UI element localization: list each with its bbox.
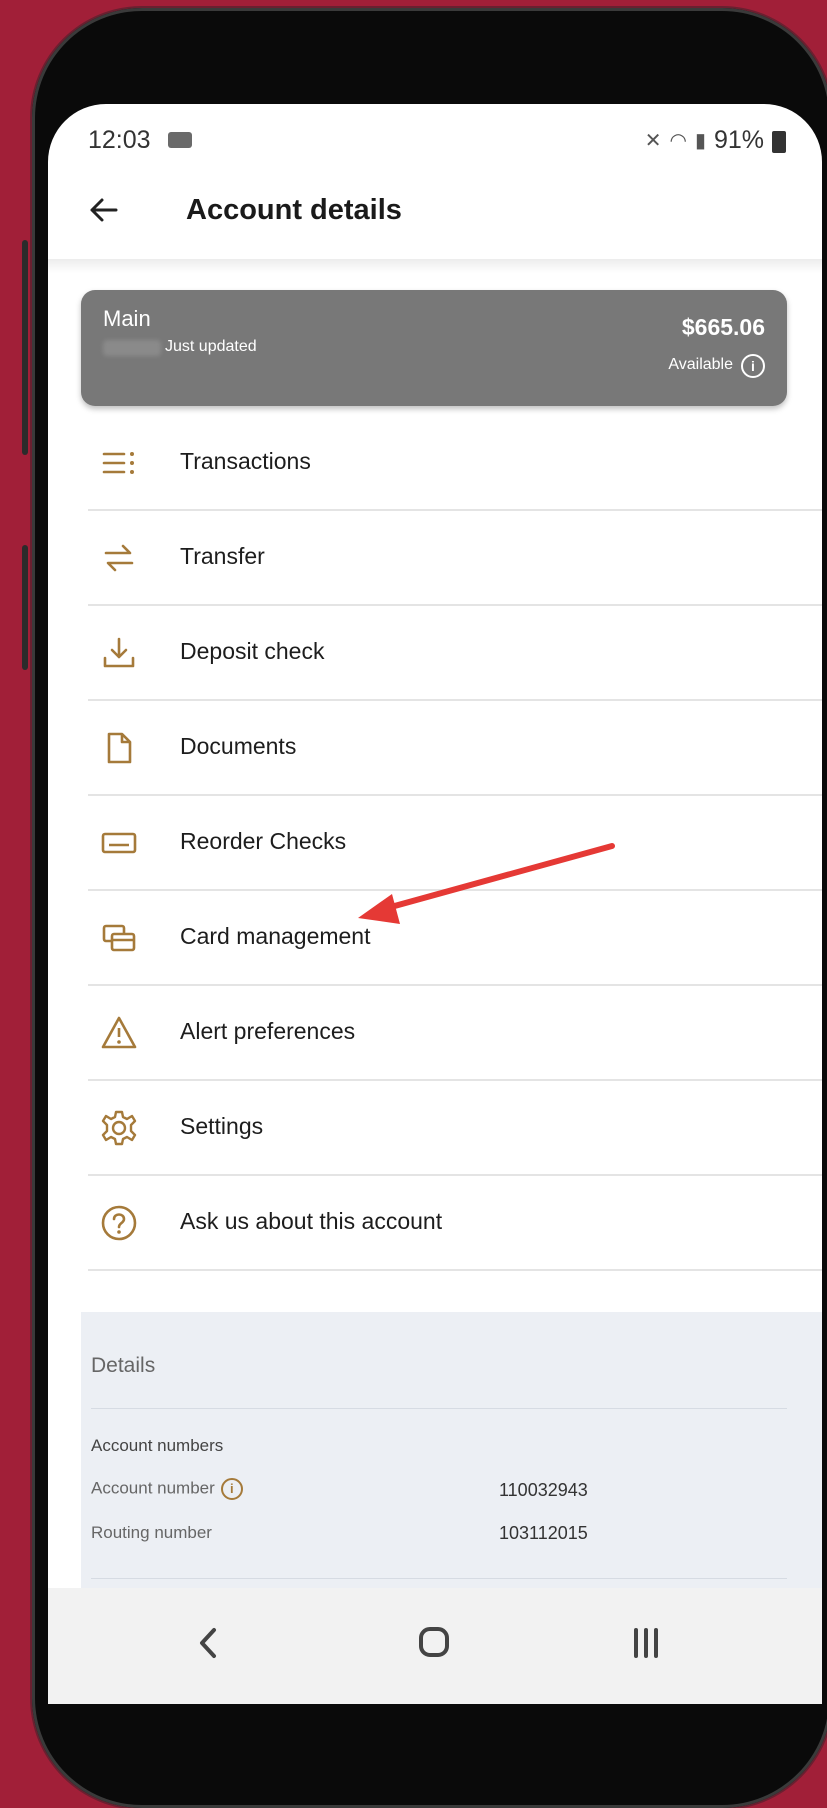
alert-icon bbox=[100, 1014, 138, 1052]
battery-percent: 91% bbox=[713, 126, 764, 154]
menu-item-deposit-check[interactable]: Deposit check bbox=[88, 606, 822, 701]
menu-item-ask-us[interactable]: Ask us about this account bbox=[88, 1176, 822, 1271]
menu-item-label: Settings bbox=[180, 1113, 264, 1139]
menu-item-label: Alert preferences bbox=[180, 1018, 356, 1044]
back-arrow-icon[interactable] bbox=[84, 190, 124, 230]
account-number-value: 110032943 bbox=[499, 1480, 588, 1500]
balance-label: Available bbox=[668, 356, 733, 373]
status-icons: ✕ ◠ ▮ 91% bbox=[645, 126, 786, 155]
details-heading: Details bbox=[91, 1354, 156, 1377]
menu-item-transactions[interactable]: Transactions bbox=[88, 416, 822, 511]
menu-item-label: Reorder Checks bbox=[180, 828, 347, 854]
routing-number-value: 103112015 bbox=[499, 1523, 588, 1543]
battery-icon bbox=[772, 130, 786, 153]
account-number-label-row: Account number i bbox=[91, 1478, 243, 1500]
menu-item-settings[interactable]: Settings bbox=[88, 1081, 822, 1176]
divider bbox=[91, 1578, 787, 1579]
menu-item-alert-preferences[interactable]: Alert preferences bbox=[88, 986, 822, 1081]
divider bbox=[91, 1408, 787, 1409]
menu-item-label: Transfer bbox=[180, 543, 265, 569]
menu-item-label: Ask us about this account bbox=[180, 1208, 443, 1234]
list-icon bbox=[100, 444, 138, 482]
cards-icon bbox=[100, 919, 138, 957]
help-icon bbox=[100, 1204, 138, 1242]
account-number-label: Account number bbox=[91, 1478, 215, 1498]
signal-icon: ▮ bbox=[694, 130, 706, 152]
system-nav-bar bbox=[48, 1588, 822, 1704]
check-icon bbox=[100, 824, 138, 862]
mute-icon: ✕ bbox=[644, 130, 662, 152]
nav-home-icon[interactable] bbox=[404, 1618, 464, 1668]
info-icon[interactable]: i bbox=[741, 354, 765, 378]
nav-recents-icon[interactable] bbox=[616, 1618, 676, 1668]
account-balance: $665.06 bbox=[681, 314, 765, 340]
account-card[interactable]: Main Just updated $665.06 Available i bbox=[81, 290, 787, 406]
notification-icon bbox=[168, 132, 192, 148]
transfer-icon bbox=[100, 539, 138, 577]
status-bar: 12:03 ✕ ◠ ▮ 91% bbox=[48, 104, 822, 164]
info-icon[interactable]: i bbox=[220, 1478, 243, 1500]
download-icon bbox=[100, 634, 138, 672]
app-bar: Account details bbox=[48, 164, 822, 264]
volume-button bbox=[22, 240, 28, 455]
nav-back-icon[interactable] bbox=[180, 1618, 240, 1668]
annotation-arrow bbox=[358, 843, 615, 924]
updated-status: Just updated bbox=[165, 338, 257, 355]
gear-icon bbox=[100, 1109, 138, 1147]
menu-item-label: Documents bbox=[180, 733, 297, 759]
page-title: Account details bbox=[186, 194, 402, 226]
status-time: 12:03 bbox=[88, 126, 151, 154]
power-button bbox=[22, 545, 28, 670]
menu-item-documents[interactable]: Documents bbox=[88, 701, 822, 796]
wifi-icon: ◠ bbox=[669, 130, 687, 152]
menu-item-label: Transactions bbox=[180, 448, 311, 474]
menu-item-transfer[interactable]: Transfer bbox=[88, 511, 822, 606]
account-name: Main bbox=[103, 306, 151, 331]
menu-item-label: Deposit check bbox=[180, 638, 325, 664]
redacted-account-number bbox=[103, 340, 161, 356]
account-numbers-heading: Account numbers bbox=[91, 1436, 224, 1455]
app-bar-shadow bbox=[48, 259, 822, 273]
routing-number-label: Routing number bbox=[91, 1523, 212, 1542]
document-icon bbox=[100, 729, 138, 767]
